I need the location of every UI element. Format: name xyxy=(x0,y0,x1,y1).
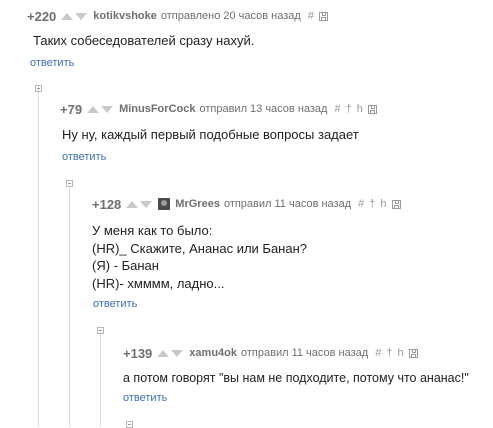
hash-icon[interactable]: # xyxy=(308,10,314,22)
hash-icon[interactable]: # xyxy=(375,347,381,359)
up-arrow-icon[interactable] xyxy=(61,12,74,20)
thread-line xyxy=(69,186,70,427)
comment-body: У меня как то было: (HR)_ Скажите, Анана… xyxy=(92,222,307,292)
vote-arrows xyxy=(157,349,184,357)
floppy-icon[interactable] xyxy=(408,348,418,358)
comment-time: отправил 11 часов назад xyxy=(223,198,352,210)
thread-line xyxy=(38,86,39,427)
comment-score: +128 xyxy=(92,196,122,212)
up-arrow-icon[interactable] xyxy=(87,105,100,113)
comment-line: Ну ну, каждый первый подобные вопросы за… xyxy=(62,127,359,142)
comment-tools: # † h xyxy=(334,103,377,115)
reply-link[interactable]: ответить xyxy=(30,57,74,69)
pin-icon[interactable]: † xyxy=(386,347,392,359)
comment-body: а потом говорят "вы нам не подходите, по… xyxy=(123,370,469,386)
comment-body: Таких собеседователей сразу нахуй. xyxy=(33,33,254,49)
collapse-toggle[interactable] xyxy=(97,327,104,334)
thread-line xyxy=(100,332,101,427)
down-arrow-icon[interactable] xyxy=(101,105,114,113)
comment-header: +139 xamu4ok отправил 11 часов назад # †… xyxy=(123,345,418,361)
collapse-toggle[interactable] xyxy=(66,180,73,187)
hash-icon[interactable]: # xyxy=(358,198,364,210)
comment-header: +128 MrGrees отправил 11 часов назад # †… xyxy=(92,196,401,212)
comment-line: (HR)- хмммм, ладно... xyxy=(92,275,225,291)
comment-time: отправлено 20 часов назад xyxy=(160,10,301,22)
comment-body: Ну ну, каждый первый подобные вопросы за… xyxy=(62,127,359,143)
comment-author[interactable]: MrGrees xyxy=(175,198,220,210)
h-icon[interactable]: h xyxy=(397,347,403,359)
floppy-icon[interactable] xyxy=(318,11,328,21)
down-arrow-icon[interactable] xyxy=(75,12,88,20)
comment-author[interactable]: MinusForCock xyxy=(119,103,195,115)
comment-header: +79 MinusForCock отправил 13 часов назад… xyxy=(60,101,377,117)
h-icon[interactable]: h xyxy=(380,198,386,210)
down-arrow-icon[interactable] xyxy=(140,200,153,208)
comment-author[interactable]: xamu4ok xyxy=(189,347,237,359)
floppy-icon[interactable] xyxy=(391,199,401,209)
floppy-icon[interactable] xyxy=(367,104,377,114)
comment-score: +139 xyxy=(123,345,153,361)
comment-tools: # xyxy=(308,10,328,22)
vote-arrows xyxy=(61,12,88,20)
vote-arrows xyxy=(87,105,114,113)
h-icon[interactable]: h xyxy=(357,103,363,115)
comment-score: +79 xyxy=(60,101,83,117)
comment-line: Таких собеседователей сразу нахуй. xyxy=(33,33,255,48)
hash-icon[interactable]: # xyxy=(334,103,340,115)
comment-tools: # † h xyxy=(358,198,401,210)
comment-time: отправил 13 часов назад xyxy=(199,103,328,115)
comment-header: +220 kotikvshoke отправлено 20 часов наз… xyxy=(27,8,328,24)
comment-time: отправил 11 часов назад xyxy=(241,347,369,359)
vote-arrows xyxy=(126,200,153,208)
up-arrow-icon[interactable] xyxy=(126,200,139,208)
up-arrow-icon[interactable] xyxy=(157,349,170,357)
comment-tools: # † h xyxy=(375,347,418,359)
avatar-icon[interactable] xyxy=(158,198,171,210)
comment-line: У меня как то было: xyxy=(92,223,213,238)
comment-line: (HR)_ Скажите, Ананас или Банан? xyxy=(92,240,307,256)
reply-link[interactable]: ответить xyxy=(93,298,137,310)
reply-link[interactable]: ответить xyxy=(123,392,167,404)
collapse-toggle[interactable] xyxy=(35,85,42,92)
pin-icon[interactable]: † xyxy=(369,198,375,210)
pin-icon[interactable]: † xyxy=(346,103,352,115)
comment-score: +220 xyxy=(27,8,57,24)
comment-line: а потом говорят "вы нам не подходите, по… xyxy=(123,371,469,385)
reply-link[interactable]: ответить xyxy=(62,151,106,163)
comment-author[interactable]: kotikvshoke xyxy=(93,10,157,22)
down-arrow-icon[interactable] xyxy=(171,349,184,357)
comment-line: (Я) - Банан xyxy=(92,258,159,273)
